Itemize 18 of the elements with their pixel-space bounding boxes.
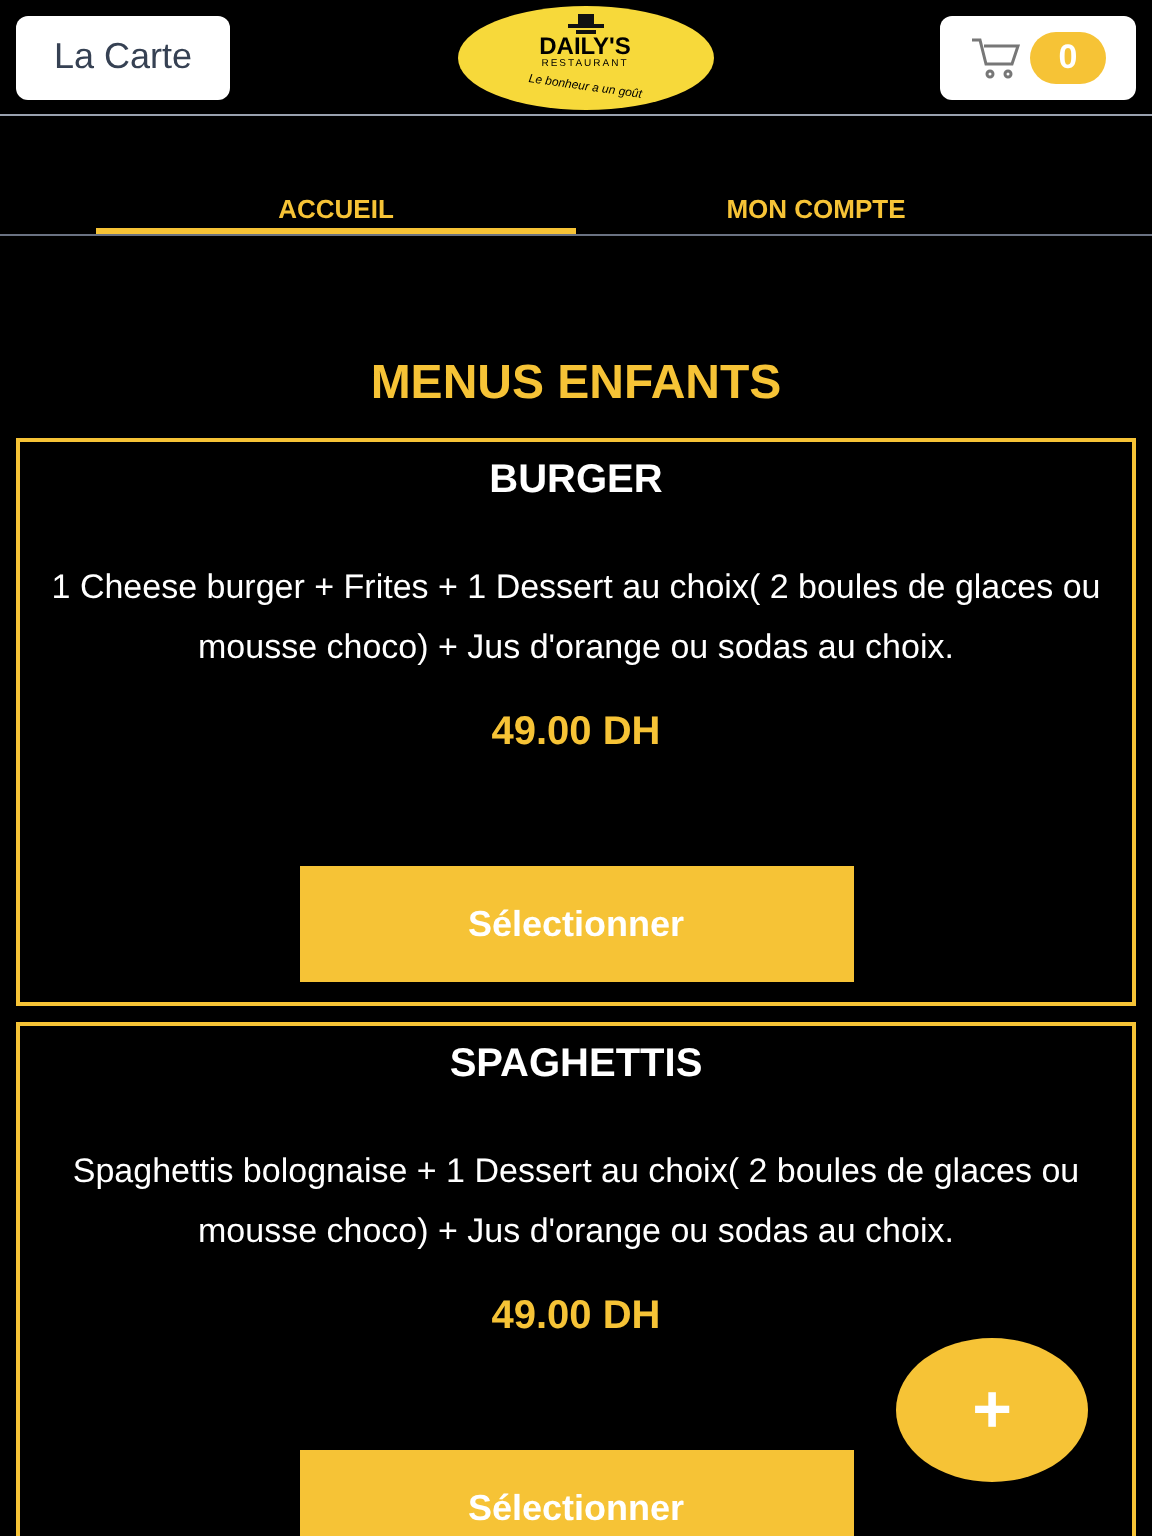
menu-description: Spaghettis bolognaise + 1 Dessert au choix( 2 boules de glaces ou mousse choco) + Jus d'orange ou sodas au choix. bbox=[70, 1150, 1082, 1254]
tab[interactable]: MON COMPTE bbox=[576, 190, 1056, 234]
menu-name: BURGER bbox=[489, 456, 663, 506]
tab[interactable]: ACCUEIL bbox=[96, 190, 576, 234]
cart-icon bbox=[970, 33, 1022, 81]
menu-price: 49.00 DH bbox=[491, 1292, 661, 1342]
select-button[interactable]: Sélectionner bbox=[299, 866, 853, 982]
menu-price: 49.00 DH bbox=[491, 708, 661, 758]
menu-description: 1 Cheese burger + Frites + 1 Dessert au choix( 2 boules de glaces ou mousse choco) + Jus d'orange ou sodas au choix. bbox=[49, 566, 1103, 670]
add-button[interactable]: + bbox=[896, 1338, 1088, 1482]
hat-icon bbox=[563, 13, 607, 33]
cart-button[interactable]: 0 bbox=[940, 15, 1136, 99]
cart-count-badge: 0 bbox=[1030, 31, 1106, 83]
section-title: MENUS ENFANTS bbox=[368, 360, 784, 408]
menu-name: SPAGHETTIS bbox=[449, 1040, 703, 1090]
select-button[interactable]: Sélectionner bbox=[299, 1450, 853, 1536]
logo-name: DAILY'S bbox=[539, 33, 631, 57]
menu-button[interactable]: La Carte bbox=[16, 15, 230, 99]
